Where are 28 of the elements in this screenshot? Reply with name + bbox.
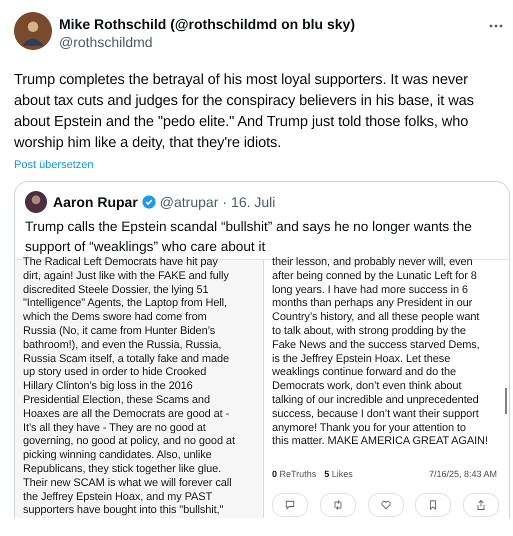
bookmark-button[interactable] (415, 493, 452, 518)
like-button[interactable] (368, 493, 404, 518)
author-name[interactable]: Mike Rothschild (@rothschildmd on blu sky) (59, 16, 482, 32)
quoted-post-card[interactable] (14, 181, 510, 518)
quoted-post-text: Trump calls the Epstein scandal “bullshit” and says he no longer wants the support of “weaklings” who care about it (25, 218, 473, 256)
screenshot-text: their lesson, and probably never will, even after being conned by the Lunatic Left for 8 long years. I have had more success in 6 months than perhaps any President in our Country’s history, and all these people want to talk about, with strong prodding by the Fake News and the success starved Dems, is the Jeffrey Epstein Hoax. Let these weaklings continue forward and do the Democrats work, don’t even think about talking of our incredible and unprecedented success, because I don’t want their support anymore! Thank you for your attention to this matter. MAKE AMERICA GREAT AGAIN! (272, 256, 489, 450)
reply-button[interactable] (272, 493, 308, 518)
repost-icon (332, 499, 344, 512)
heart-icon (380, 499, 392, 512)
comment-icon (284, 499, 296, 512)
share-button[interactable] (463, 493, 499, 518)
author-handle[interactable]: @rothschildmd (59, 34, 482, 50)
share-icon (475, 499, 487, 512)
avatar[interactable] (14, 12, 52, 50)
screenshot-text: The Radical Left Democrats have hit pay dirt, again! Just like with the FAKE and fully discredited Steele Dossier, the lying 51 "Intelligence" Agents, the Laptop from Hell, which the Dems swore had come from Russia (No, it came from Hunter Biden’s bathroom!), and even the Russia, Russia, Russia Scam itself, a totally fake and made up story used in order to hide Crooked Hillary Clinton’s big loss in the 2016 Presidential Election, these Scams and Hoaxes are all the Democrats are good at - It’s all they have - They are no good at governing, no good at policy, and no good at picking winning candidates. Also, unlike Republicans, they stick together like glue. Their new SCAM is what we will forever call the Jeffrey Epstein Hoax, and my PAST supporters have bought into this "bullshit," (23, 256, 236, 518)
avatar[interactable] (25, 191, 47, 213)
retruths-count: 0 ReTruths (272, 469, 316, 480)
separator-dot: · (222, 194, 228, 210)
author-handle[interactable]: @atrupar (160, 194, 218, 210)
post-date[interactable]: 16. Juli (231, 194, 276, 210)
verified-badge-icon (142, 195, 156, 209)
more-icon[interactable] (489, 24, 503, 28)
author-name[interactable]: Aaron Rupar (53, 194, 138, 210)
post-timestamp: 7/16/25, 8:43 AM (428, 469, 497, 480)
post-text: Trump completes the betrayal of his most loyal supporters. It was never about tax cuts and judges for the conspiracy believers in his base, it was about Epstein and the "pedo elite." And Trump just told those folks, who worship him like a deity, that they're idiots. (14, 71, 475, 153)
scrollbar[interactable] (505, 388, 507, 414)
likes-count: 5 Likes (324, 469, 353, 480)
retruth-button[interactable] (320, 493, 356, 518)
